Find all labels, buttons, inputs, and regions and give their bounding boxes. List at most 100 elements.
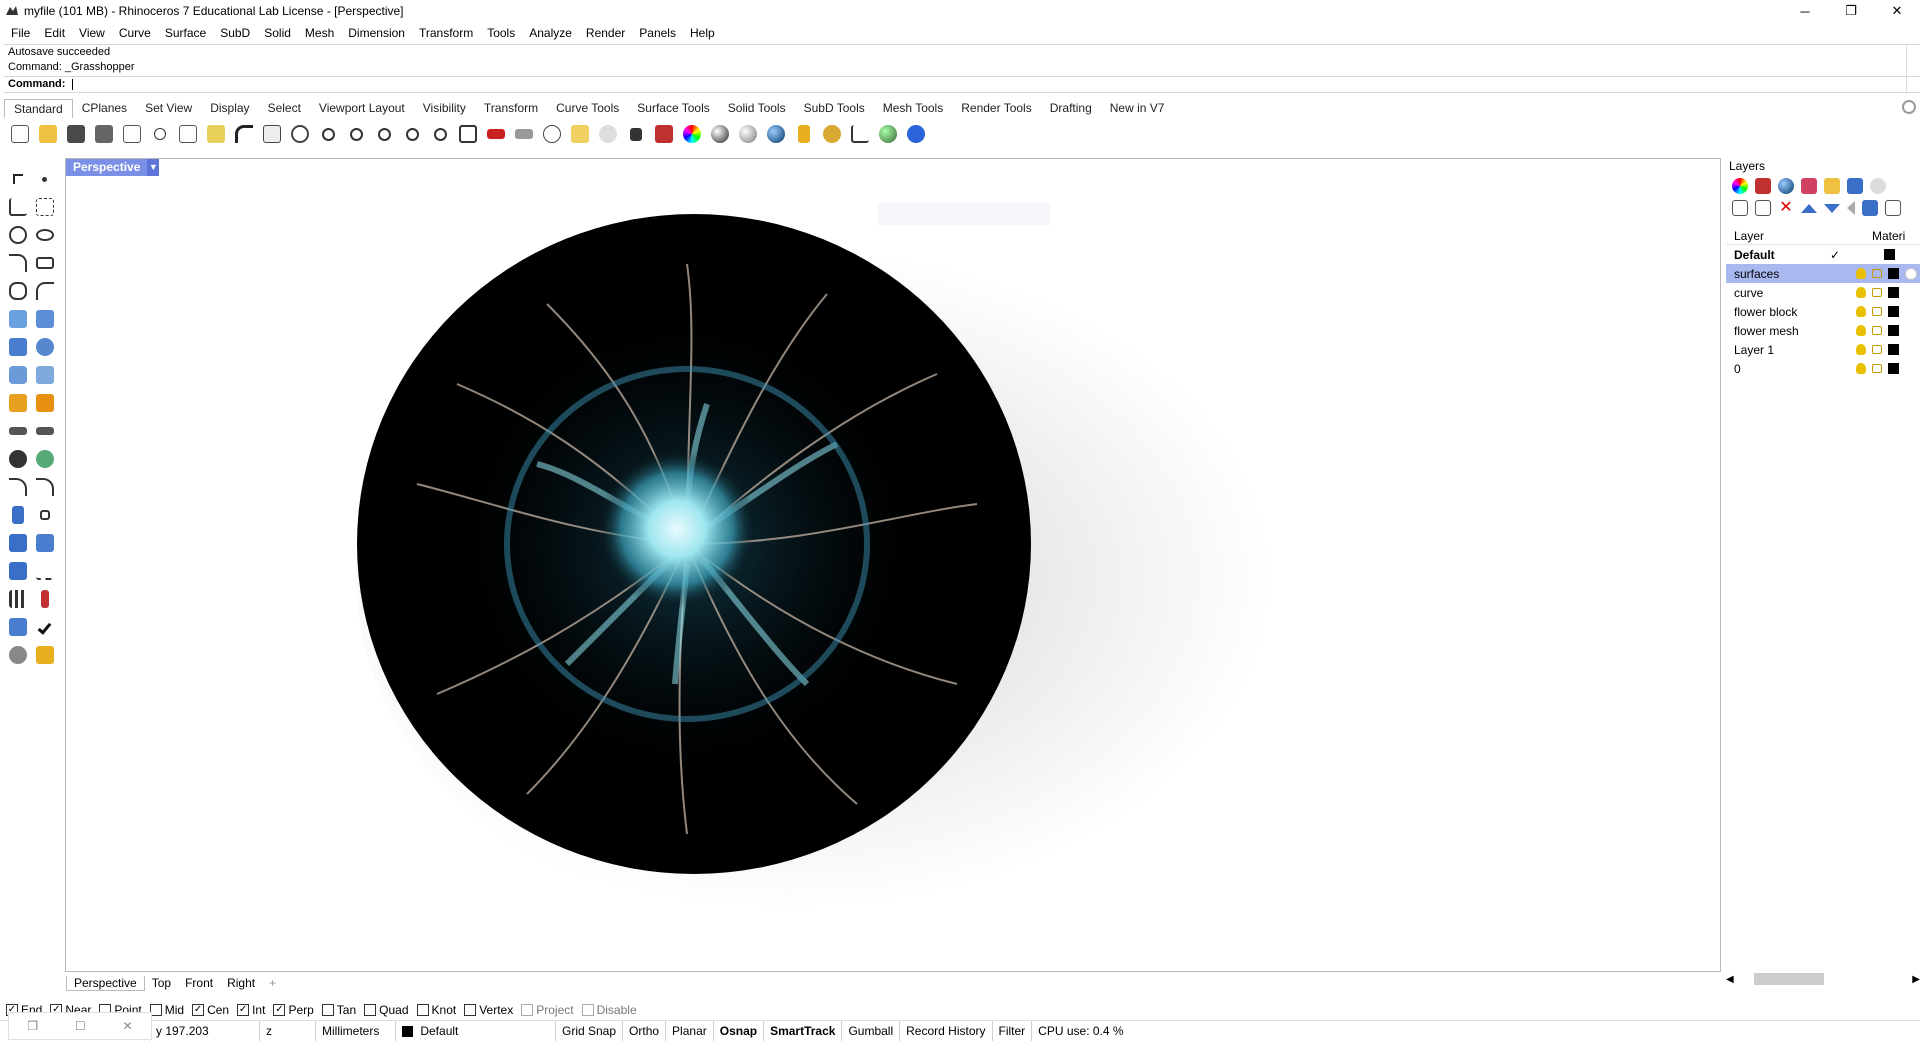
zoom-icon[interactable]: [316, 122, 340, 146]
cylinder-icon[interactable]: [4, 361, 31, 389]
layer-color-swatch[interactable]: [1888, 287, 1899, 298]
tab-solid-tools[interactable]: Solid Tools: [719, 99, 795, 118]
menu-transform[interactable]: Transform: [412, 26, 480, 40]
layers-horizontal-scrollbar[interactable]: ◀ ▶: [1726, 972, 1920, 986]
perspective-viewport[interactable]: Perspective ▼: [65, 158, 1721, 972]
status-units[interactable]: Millimeters: [316, 1020, 396, 1041]
layer-visible-bulb-icon[interactable]: [1856, 344, 1866, 355]
layer-lock-icon[interactable]: [1872, 307, 1882, 316]
gumball-icon[interactable]: [31, 585, 58, 613]
layer-visible-bulb-icon[interactable]: [1856, 306, 1866, 317]
checkbox[interactable]: [416, 1004, 429, 1016]
new-sublayer-icon[interactable]: [1755, 200, 1771, 216]
cut-icon[interactable]: [148, 122, 172, 146]
delete-layer-icon[interactable]: ✕: [1778, 200, 1794, 216]
explode-icon[interactable]: [4, 389, 31, 417]
move-up-icon[interactable]: [1801, 203, 1817, 213]
layer-lock-icon[interactable]: [1872, 345, 1882, 354]
scroll-right-icon[interactable]: ▶: [1912, 974, 1920, 985]
filter-toggle[interactable]: Filter: [993, 1020, 1033, 1041]
new-file-icon[interactable]: [8, 122, 32, 146]
tab-render-tools[interactable]: Render Tools: [952, 99, 1041, 118]
osnap-int[interactable]: ✓ Int: [237, 1003, 265, 1017]
extrude-surface-icon[interactable]: [31, 305, 58, 333]
layer-color-swatch[interactable]: [1888, 344, 1899, 355]
osnap-icon[interactable]: [568, 122, 592, 146]
layer-lock-icon[interactable]: [1872, 364, 1882, 373]
layer-row-0[interactable]: 0: [1726, 359, 1920, 378]
osnap-cen[interactable]: ✓ Cen: [192, 1003, 229, 1017]
record-history-toggle[interactable]: Record History: [900, 1020, 993, 1041]
properties-color-icon[interactable]: [1732, 178, 1748, 194]
layer-color-swatch[interactable]: [1884, 249, 1895, 260]
lock-icon[interactable]: [624, 122, 648, 146]
command-scrollbar[interactable]: [1906, 45, 1920, 94]
polyline-icon[interactable]: [4, 193, 31, 221]
arc-icon[interactable]: [4, 249, 31, 277]
menu-dimension[interactable]: Dimension: [341, 26, 412, 40]
col-layer[interactable]: Layer: [1726, 227, 1872, 244]
checkbox[interactable]: [464, 1004, 477, 1016]
grid-array-icon[interactable]: [4, 585, 31, 613]
menu-render[interactable]: Render: [579, 26, 632, 40]
layer-row-curve[interactable]: curve: [1726, 283, 1920, 302]
menu-analyze[interactable]: Analyze: [522, 26, 579, 40]
layer-row-default[interactable]: Default ✓: [1726, 245, 1920, 264]
undo-icon[interactable]: [232, 122, 256, 146]
viewport-tab-top[interactable]: Top: [145, 976, 178, 990]
checkbox[interactable]: [521, 1004, 534, 1016]
menu-solid[interactable]: Solid: [257, 26, 298, 40]
tab-curve-tools[interactable]: Curve Tools: [547, 99, 628, 118]
select-arrow-icon[interactable]: [4, 165, 31, 193]
pan-hand-icon[interactable]: [260, 122, 284, 146]
rendered-car-icon[interactable]: [512, 122, 536, 146]
named-views-icon[interactable]: [1847, 178, 1863, 194]
layer-material-swatch[interactable]: [1905, 267, 1917, 280]
menu-help[interactable]: Help: [683, 26, 722, 40]
spotlight-icon[interactable]: [792, 122, 816, 146]
layer-visible-bulb-icon[interactable]: [1856, 325, 1866, 336]
menu-panels[interactable]: Panels: [632, 26, 683, 40]
ortho-toggle[interactable]: Ortho: [623, 1020, 667, 1041]
menu-view[interactable]: View: [72, 26, 112, 40]
material-sphere-icon[interactable]: [708, 122, 732, 146]
analyze-icon[interactable]: [4, 613, 31, 641]
osnap-quad[interactable]: Quad: [364, 1003, 409, 1017]
tab-set-view[interactable]: Set View: [136, 99, 201, 118]
scroll-thumb[interactable]: [1753, 973, 1824, 985]
viewport-menu-chevron-down-icon[interactable]: ▼: [147, 159, 160, 176]
menu-subd[interactable]: SubD: [213, 26, 257, 40]
layer-row-layer-1[interactable]: Layer 1: [1726, 340, 1920, 359]
render-icon[interactable]: [4, 641, 31, 669]
layer-icon[interactable]: [652, 122, 676, 146]
menu-tools[interactable]: Tools: [480, 26, 522, 40]
tab-mesh-tools[interactable]: Mesh Tools: [874, 99, 952, 118]
osnap-mid[interactable]: Mid: [149, 1003, 184, 1017]
plugin-globe-icon[interactable]: [876, 122, 900, 146]
tab-subd-tools[interactable]: SubD Tools: [795, 99, 874, 118]
maximize-icon[interactable]: ☐: [75, 1019, 86, 1033]
checkbox[interactable]: ✓: [192, 1004, 205, 1016]
surface-from-points-icon[interactable]: [4, 305, 31, 333]
ungroup-icon[interactable]: [31, 445, 58, 473]
osnap-project[interactable]: Project: [521, 1003, 574, 1017]
layers-tab-icon[interactable]: [1755, 178, 1771, 194]
circle-icon[interactable]: [4, 221, 31, 249]
check-icon[interactable]: [31, 613, 58, 641]
status-current-layer[interactable]: Default: [396, 1020, 556, 1041]
menu-mesh[interactable]: Mesh: [298, 26, 341, 40]
group-icon[interactable]: [4, 445, 31, 473]
boolean-union-icon[interactable]: [31, 333, 58, 361]
move-out-icon[interactable]: [1847, 201, 1855, 215]
menu-file[interactable]: File: [4, 26, 37, 40]
restore-icon[interactable]: ❐: [27, 1019, 38, 1033]
osnap-knot[interactable]: Knot: [416, 1003, 456, 1017]
ellipse-icon[interactable]: [31, 221, 58, 249]
tab-display[interactable]: Display: [201, 99, 258, 118]
layer-color-swatch[interactable]: [1888, 268, 1899, 279]
checkbox[interactable]: ✓: [237, 1004, 250, 1016]
planar-toggle[interactable]: Planar: [666, 1020, 714, 1041]
menu-edit[interactable]: Edit: [37, 26, 72, 40]
four-viewports-icon[interactable]: [456, 122, 480, 146]
zoom-extents-icon[interactable]: [372, 122, 396, 146]
